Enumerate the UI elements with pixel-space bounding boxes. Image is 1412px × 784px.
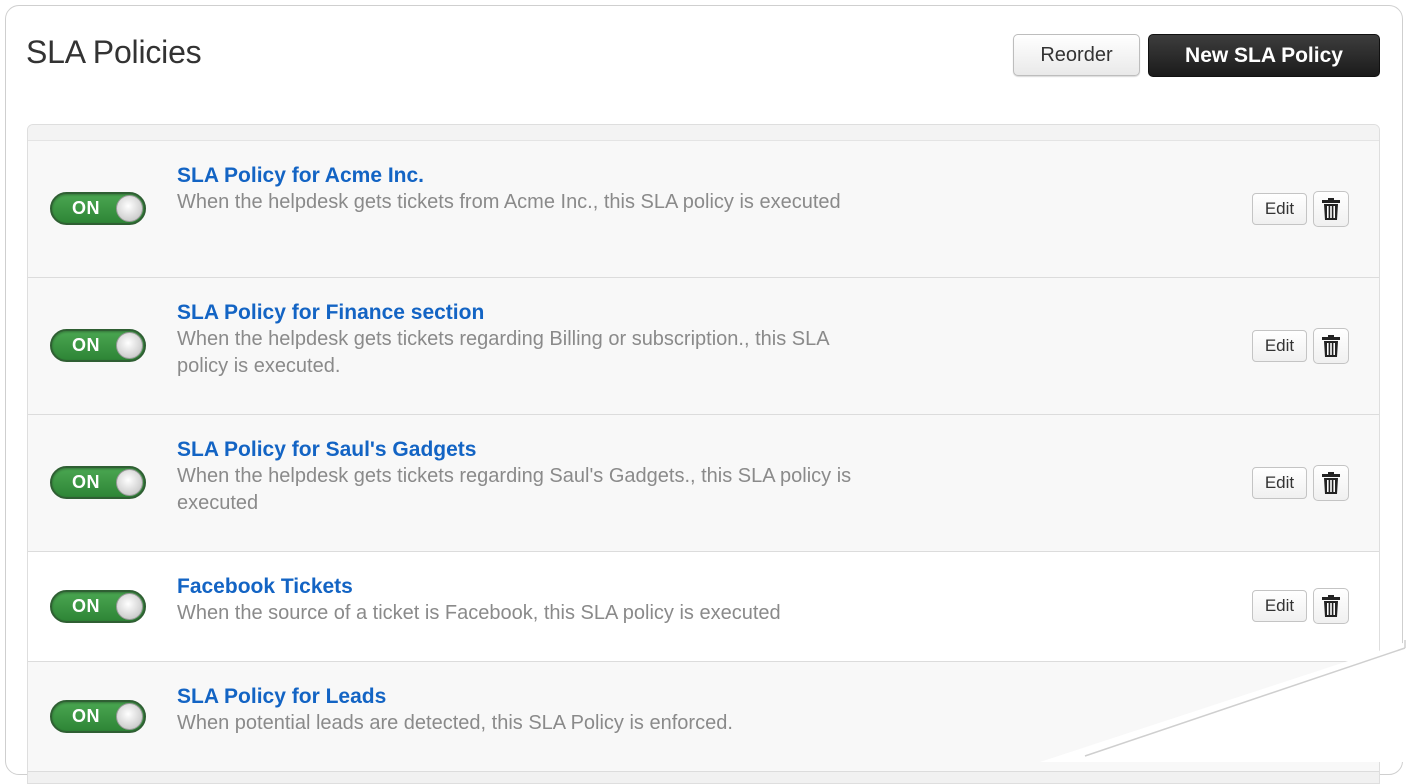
policy-description: When the helpdesk gets tickets from Acme… (177, 191, 841, 213)
policy-toggle[interactable]: ON (50, 466, 146, 499)
policy-title-link[interactable]: SLA Policy for Finance section (177, 301, 484, 325)
trash-icon (1322, 595, 1340, 617)
policy-description: When the helpdesk gets tickets regarding… (177, 465, 852, 514)
trash-icon (1322, 335, 1340, 357)
edit-button[interactable]: Edit (1252, 467, 1307, 499)
sla-policy-list: ON SLA Policy for Acme Inc. When the hel… (27, 124, 1380, 784)
toggle-label: ON (72, 198, 100, 218)
toggle-knob-icon (116, 332, 143, 359)
policy-toggle[interactable]: ON (50, 590, 146, 623)
policy-row: ON SLA Policy for Acme Inc. When the hel… (28, 141, 1379, 278)
toggle-knob-icon (116, 593, 143, 620)
list-header (28, 125, 1379, 141)
toggle-label: ON (72, 596, 100, 616)
policy-title-link[interactable]: SLA Policy for Acme Inc. (177, 164, 424, 188)
delete-button[interactable] (1313, 191, 1349, 227)
policy-description: When the helpdesk gets tickets regarding… (177, 328, 829, 377)
policy-toggle[interactable]: ON (50, 700, 146, 733)
delete-button[interactable] (1313, 465, 1349, 501)
edit-button[interactable]: Edit (1252, 590, 1307, 622)
reorder-button[interactable]: Reorder (1013, 34, 1140, 76)
policy-row: ON SLA Policy for Saul's Gadgets When th… (28, 415, 1379, 552)
policy-description: When potential leads are detected, this … (177, 712, 733, 734)
policy-title-link[interactable]: SLA Policy for Leads (177, 685, 386, 709)
toggle-knob-icon (116, 195, 143, 222)
policy-row: ON Facebook Tickets When the source of a… (28, 552, 1379, 662)
toggle-label: ON (72, 335, 100, 355)
policy-toggle[interactable]: ON (50, 192, 146, 225)
policy-toggle[interactable]: ON (50, 329, 146, 362)
page-title: SLA Policies (26, 34, 202, 70)
toggle-label: ON (72, 472, 100, 492)
toggle-knob-icon (116, 703, 143, 730)
policy-title-link[interactable]: Facebook Tickets (177, 575, 353, 599)
policy-row: ON SLA Policy for Leads When potential l… (28, 662, 1379, 772)
policy-description: When the source of a ticket is Facebook,… (177, 602, 781, 624)
delete-button[interactable] (1313, 588, 1349, 624)
toggle-label: ON (72, 706, 100, 726)
policy-row: ON SLA Policy for Finance section When t… (28, 278, 1379, 415)
policy-title-link[interactable]: SLA Policy for Saul's Gadgets (177, 438, 476, 462)
edit-button[interactable]: Edit (1252, 193, 1307, 225)
delete-button[interactable] (1313, 328, 1349, 364)
trash-icon (1322, 198, 1340, 220)
edit-button[interactable]: Edit (1252, 330, 1307, 362)
toggle-knob-icon (116, 469, 143, 496)
new-sla-policy-button[interactable]: New SLA Policy (1148, 34, 1380, 77)
trash-icon (1322, 472, 1340, 494)
